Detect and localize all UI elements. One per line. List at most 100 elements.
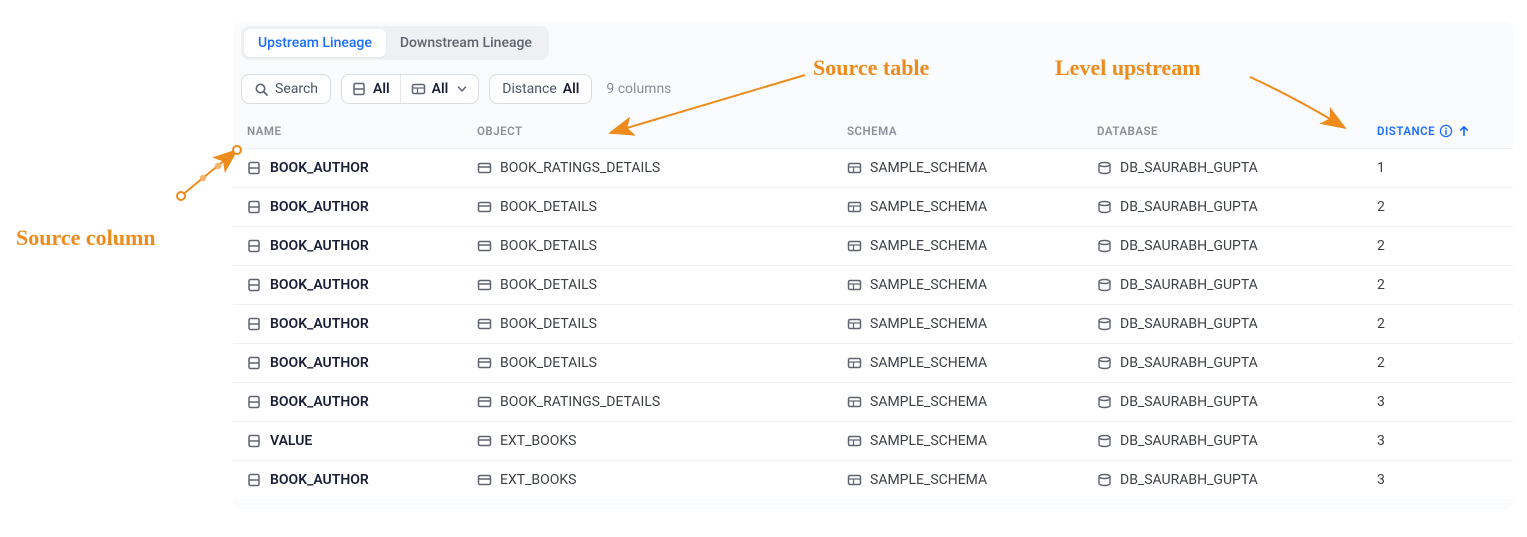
cell-object: BOOK_DETAILS bbox=[477, 199, 847, 215]
annotation-level-upstream: Level upstream bbox=[1055, 55, 1201, 81]
col-header-object[interactable]: OBJECT bbox=[477, 124, 847, 138]
cell-database: DB_SAURABH_GUPTA bbox=[1097, 394, 1377, 410]
cell-distance-text: 2 bbox=[1377, 199, 1385, 215]
schema-icon bbox=[847, 434, 862, 449]
col-header-schema[interactable]: SCHEMA bbox=[847, 124, 1097, 138]
cell-name-text: BOOK_AUTHOR bbox=[270, 277, 369, 293]
cell-object: BOOK_DETAILS bbox=[477, 316, 847, 332]
cell-name: VALUE bbox=[247, 433, 477, 449]
table-row[interactable]: BOOK_AUTHOR BOOK_RATINGS_DETAILS SAMPLE_… bbox=[233, 382, 1513, 421]
schema-icon bbox=[847, 473, 862, 488]
schema-icon bbox=[847, 161, 862, 176]
search-button[interactable]: Search bbox=[241, 74, 331, 104]
col-header-distance[interactable]: DISTANCE bbox=[1377, 124, 1517, 138]
cell-name: BOOK_AUTHOR bbox=[247, 160, 477, 176]
cell-database-text: DB_SAURABH_GUPTA bbox=[1120, 160, 1258, 176]
lineage-table: NAME OBJECT SCHEMA DATABASE DISTANCE BOO… bbox=[233, 116, 1513, 499]
table-header: NAME OBJECT SCHEMA DATABASE DISTANCE bbox=[233, 116, 1513, 148]
cell-name: BOOK_AUTHOR bbox=[247, 316, 477, 332]
column-icon bbox=[352, 82, 367, 97]
cell-database-text: DB_SAURABH_GUPTA bbox=[1120, 199, 1258, 215]
cell-database: DB_SAURABH_GUPTA bbox=[1097, 238, 1377, 254]
table-row[interactable]: BOOK_AUTHOR BOOK_DETAILS SAMPLE_SCHEMA D… bbox=[233, 343, 1513, 382]
lineage-tabs: Upstream Lineage Downstream Lineage bbox=[241, 26, 549, 60]
column-icon bbox=[247, 161, 262, 176]
cell-database-text: DB_SAURABH_GUPTA bbox=[1120, 472, 1258, 488]
cell-database: DB_SAURABH_GUPTA bbox=[1097, 472, 1377, 488]
cell-object-text: BOOK_DETAILS bbox=[500, 277, 597, 293]
filter-group[interactable]: All All bbox=[341, 74, 479, 104]
cell-distance-text: 3 bbox=[1377, 394, 1385, 410]
cell-database-text: DB_SAURABH_GUPTA bbox=[1120, 394, 1258, 410]
col-header-database[interactable]: DATABASE bbox=[1097, 124, 1377, 138]
table-icon bbox=[477, 239, 492, 254]
cell-object-text: BOOK_DETAILS bbox=[500, 316, 597, 332]
cell-object: BOOK_DETAILS bbox=[477, 238, 847, 254]
cell-database: DB_SAURABH_GUPTA bbox=[1097, 199, 1377, 215]
distance-filter-button[interactable]: Distance All bbox=[489, 74, 592, 104]
col-header-distance-label: DISTANCE bbox=[1377, 124, 1435, 138]
table-row[interactable]: BOOK_AUTHOR EXT_BOOKS SAMPLE_SCHEMA DB_S… bbox=[233, 460, 1513, 499]
annotation-source-table: Source table bbox=[813, 55, 929, 81]
database-icon bbox=[1097, 200, 1112, 215]
cell-distance-text: 2 bbox=[1377, 316, 1385, 332]
cell-schema: SAMPLE_SCHEMA bbox=[847, 433, 1097, 449]
cell-schema-text: SAMPLE_SCHEMA bbox=[870, 472, 987, 488]
table-icon bbox=[477, 395, 492, 410]
col-header-name[interactable]: NAME bbox=[247, 124, 477, 138]
schema-icon bbox=[847, 200, 862, 215]
cell-object-text: BOOK_DETAILS bbox=[500, 355, 597, 371]
cell-database-text: DB_SAURABH_GUPTA bbox=[1120, 277, 1258, 293]
cell-name-text: BOOK_AUTHOR bbox=[270, 355, 369, 371]
cell-distance: 3 bbox=[1377, 472, 1517, 488]
cell-name: BOOK_AUTHOR bbox=[247, 355, 477, 371]
cell-schema: SAMPLE_SCHEMA bbox=[847, 277, 1097, 293]
cell-database-text: DB_SAURABH_GUPTA bbox=[1120, 433, 1258, 449]
cell-database-text: DB_SAURABH_GUPTA bbox=[1120, 238, 1258, 254]
cell-schema-text: SAMPLE_SCHEMA bbox=[870, 277, 987, 293]
table-row[interactable]: BOOK_AUTHOR BOOK_RATINGS_DETAILS SAMPLE_… bbox=[233, 148, 1513, 187]
cell-database-text: DB_SAURABH_GUPTA bbox=[1120, 316, 1258, 332]
cell-object: BOOK_DETAILS bbox=[477, 277, 847, 293]
table-row[interactable]: VALUE EXT_BOOKS SAMPLE_SCHEMA DB_SAURABH… bbox=[233, 421, 1513, 460]
cell-name: BOOK_AUTHOR bbox=[247, 277, 477, 293]
column-icon bbox=[247, 395, 262, 410]
cell-object-text: BOOK_DETAILS bbox=[500, 199, 597, 215]
table-row[interactable]: BOOK_AUTHOR BOOK_DETAILS SAMPLE_SCHEMA D… bbox=[233, 265, 1513, 304]
cell-distance: 2 bbox=[1377, 316, 1517, 332]
cell-schema: SAMPLE_SCHEMA bbox=[847, 160, 1097, 176]
cell-object-text: EXT_BOOKS bbox=[500, 472, 577, 488]
cell-distance: 2 bbox=[1377, 277, 1517, 293]
cell-distance-text: 3 bbox=[1377, 472, 1385, 488]
info-icon bbox=[1439, 124, 1453, 138]
column-icon bbox=[247, 356, 262, 371]
cell-database: DB_SAURABH_GUPTA bbox=[1097, 355, 1377, 371]
database-icon bbox=[1097, 239, 1112, 254]
table-icon bbox=[477, 200, 492, 215]
table-row[interactable]: BOOK_AUTHOR BOOK_DETAILS SAMPLE_SCHEMA D… bbox=[233, 226, 1513, 265]
filter-column-value: All bbox=[373, 81, 390, 97]
cell-name: BOOK_AUTHOR bbox=[247, 238, 477, 254]
search-icon bbox=[254, 82, 269, 97]
cell-object-text: BOOK_RATINGS_DETAILS bbox=[500, 160, 660, 176]
schema-icon bbox=[847, 239, 862, 254]
search-label: Search bbox=[275, 81, 318, 97]
tab-upstream-lineage[interactable]: Upstream Lineage bbox=[244, 29, 386, 57]
cell-distance: 2 bbox=[1377, 199, 1517, 215]
cell-distance-text: 2 bbox=[1377, 355, 1385, 371]
schema-icon bbox=[847, 395, 862, 410]
schema-icon bbox=[847, 317, 862, 332]
cell-name-text: BOOK_AUTHOR bbox=[270, 472, 369, 488]
cell-name-text: BOOK_AUTHOR bbox=[270, 394, 369, 410]
table-row[interactable]: BOOK_AUTHOR BOOK_DETAILS SAMPLE_SCHEMA D… bbox=[233, 304, 1513, 343]
cell-name-text: BOOK_AUTHOR bbox=[270, 238, 369, 254]
cell-name: BOOK_AUTHOR bbox=[247, 472, 477, 488]
database-icon bbox=[1097, 161, 1112, 176]
tab-downstream-lineage[interactable]: Downstream Lineage bbox=[386, 29, 546, 57]
column-icon bbox=[247, 473, 262, 488]
table-icon bbox=[477, 317, 492, 332]
filter-schema-value: All bbox=[432, 81, 449, 97]
table-row[interactable]: BOOK_AUTHOR BOOK_DETAILS SAMPLE_SCHEMA D… bbox=[233, 187, 1513, 226]
table-icon bbox=[477, 356, 492, 371]
annotation-source-column: Source column bbox=[16, 225, 156, 251]
